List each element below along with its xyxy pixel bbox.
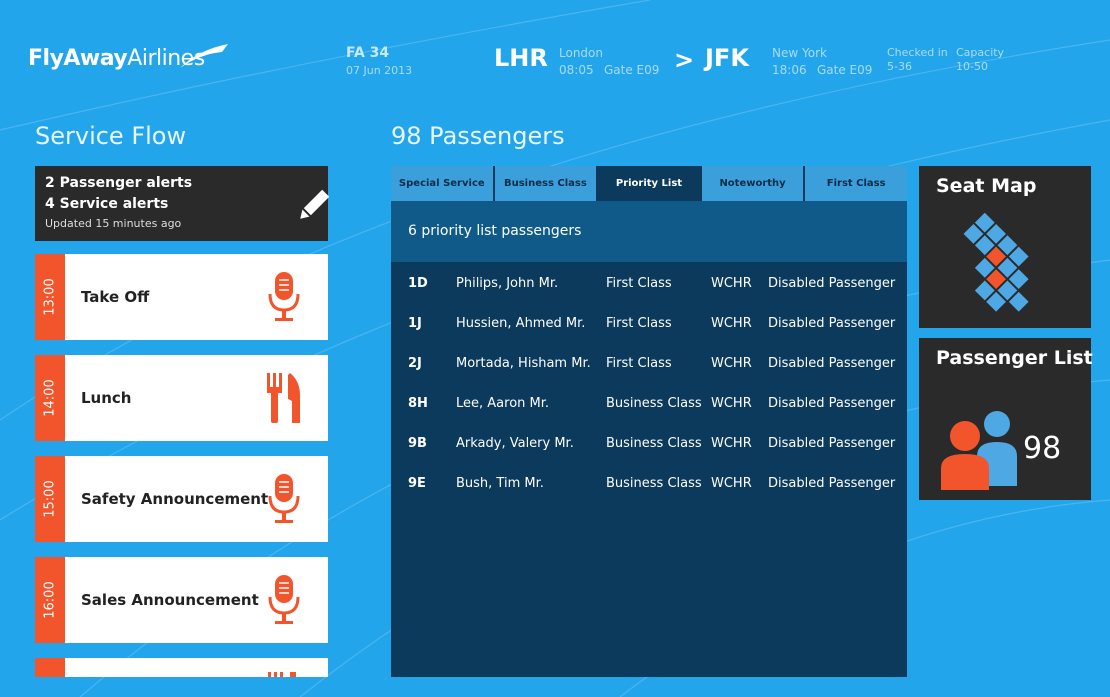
service-alerts-text: 4 Service alerts: [45, 196, 169, 212]
origin-city: London: [559, 46, 603, 60]
passenger-note: Disabled Passenger: [768, 396, 896, 411]
passenger-note: Disabled Passenger: [768, 316, 896, 331]
service-time: 14:00: [42, 379, 58, 417]
flight-date: 07 Jun 2013: [346, 64, 413, 77]
service-item-safety-announcement[interactable]: 15:00 Safety Announcement: [35, 456, 328, 542]
seat-number: 9E: [408, 476, 426, 491]
passenger-note: Disabled Passenger: [768, 436, 896, 451]
alerts-tile[interactable]: 2 Passenger alerts 4 Service alerts Upda…: [35, 166, 330, 241]
service-time-badge: 16:00: [35, 557, 65, 643]
passenger-count: 98: [1023, 431, 1062, 466]
table-row[interactable]: 1J Hussien, Ahmed Mr. First Class WCHR D…: [391, 307, 907, 347]
destination-gate: Gate E09: [817, 63, 873, 77]
flight-number: FA 34: [346, 45, 390, 61]
microphone-icon: [268, 272, 300, 321]
passenger-list-title: Passenger List: [936, 347, 1093, 369]
service-time: 16:00: [42, 581, 58, 619]
service-item-label: Sales Announcement: [81, 591, 259, 609]
destination-code: JFK: [705, 44, 749, 72]
origin-time: 08:05: [559, 63, 594, 77]
passenger-name: Mortada, Hisham Mr.: [456, 356, 591, 371]
origin-code: LHR: [494, 44, 548, 72]
passenger-name: Lee, Aaron Mr.: [456, 396, 550, 411]
passenger-note: Disabled Passenger: [768, 276, 896, 291]
ssr-code: WCHR: [711, 436, 752, 451]
passenger-panel: Special Service Business Class Priority …: [391, 166, 907, 677]
passenger-note: Disabled Passenger: [768, 356, 896, 371]
passenger-alerts-text: 2 Passenger alerts: [45, 175, 193, 191]
destination-city: New York: [772, 46, 827, 60]
service-item-take-off[interactable]: 13:00 Take Off: [35, 254, 328, 340]
service-time-badge: 13:00: [35, 254, 65, 340]
seat-map-icon: [963, 213, 1029, 312]
ssr-code: WCHR: [711, 356, 752, 371]
logo-text-flyaway: FlyAway: [28, 46, 128, 71]
seat-number: 2J: [408, 356, 422, 371]
travel-class: First Class: [606, 276, 672, 291]
seat-map-tile[interactable]: Seat Map: [919, 166, 1091, 328]
passenger-note: Disabled Passenger: [768, 476, 896, 491]
service-item-sales-announcement[interactable]: 16:00 Sales Announcement: [35, 557, 328, 643]
tab-business-class[interactable]: Business Class: [494, 166, 597, 201]
tab-special-service[interactable]: Special Service: [391, 166, 493, 201]
seat-number: 8H: [408, 396, 428, 411]
passenger-name: Arkady, Valery Mr.: [456, 436, 574, 451]
passenger-name: Philips, John Mr.: [456, 276, 559, 291]
checked-in-value: 5-36: [887, 60, 912, 73]
alerts-updated-text: Updated 15 minutes ago: [45, 217, 182, 230]
service-item-partial[interactable]: [35, 658, 328, 677]
microphone-icon: [268, 575, 300, 624]
travel-class: Business Class: [606, 436, 702, 451]
table-row[interactable]: 2J Mortada, Hisham Mr. First Class WCHR …: [391, 347, 907, 387]
service-time: 15:00: [42, 480, 58, 518]
service-item-label: Safety Announcement: [81, 490, 269, 508]
capacity-value: 10-50: [956, 60, 988, 73]
ssr-code: WCHR: [711, 276, 752, 291]
table-row[interactable]: 9B Arkady, Valery Mr. Business Class WCH…: [391, 427, 907, 467]
passengers-title: 98 Passengers: [391, 122, 565, 150]
passenger-tabs: Special Service Business Class Priority …: [391, 166, 907, 201]
route-arrow-icon: >: [674, 46, 695, 74]
service-time-badge: 15:00: [35, 456, 65, 542]
ssr-code: WCHR: [711, 476, 752, 491]
seat-map-title: Seat Map: [936, 175, 1037, 197]
passenger-name: Bush, Tim Mr.: [456, 476, 544, 491]
tab-priority-list[interactable]: Priority List: [598, 166, 700, 201]
ssr-code: WCHR: [711, 316, 752, 331]
travel-class: First Class: [606, 356, 672, 371]
table-row[interactable]: 1D Philips, John Mr. First Class WCHR Di…: [391, 267, 907, 307]
service-item-label: Take Off: [81, 288, 150, 306]
checked-in-label: Checked in: [887, 46, 948, 59]
table-row[interactable]: 9E Bush, Tim Mr. Business Class WCHR Dis…: [391, 467, 907, 507]
tab-first-class[interactable]: First Class: [805, 166, 907, 201]
origin-gate: Gate E09: [604, 63, 660, 77]
cutlery-icon: [267, 373, 300, 423]
passenger-name: Hussien, Ahmed Mr.: [456, 316, 586, 331]
table-row[interactable]: 8H Lee, Aaron Mr. Business Class WCHR Di…: [391, 387, 907, 427]
seat-number: 1D: [408, 276, 428, 291]
service-flow-title: Service Flow: [35, 122, 187, 150]
service-time: 13:00: [42, 278, 58, 316]
microphone-icon: [268, 474, 300, 523]
service-item-lunch[interactable]: 14:00 Lunch: [35, 355, 328, 441]
priority-list-count: 6 priority list passengers: [408, 223, 582, 239]
service-time-badge: [35, 658, 65, 677]
seat-number: 1J: [408, 316, 422, 331]
service-time-badge: 14:00: [35, 355, 65, 441]
people-icon: [941, 411, 1017, 490]
plane-swoosh-icon: [180, 44, 228, 68]
cutlery-icon: [268, 672, 296, 677]
service-item-label: Lunch: [81, 389, 132, 407]
passenger-list-tile[interactable]: Passenger List 98: [919, 338, 1093, 500]
seat-number: 9B: [408, 436, 427, 451]
travel-class: Business Class: [606, 396, 702, 411]
tab-noteworthy[interactable]: Noteworthy: [701, 166, 804, 201]
travel-class: Business Class: [606, 476, 702, 491]
capacity-label: Capacity: [956, 46, 1005, 59]
priority-list-header: 6 priority list passengers: [391, 201, 907, 262]
travel-class: First Class: [606, 316, 672, 331]
ssr-code: WCHR: [711, 396, 752, 411]
pencil-icon[interactable]: [293, 186, 333, 226]
destination-time: 18:06: [772, 63, 807, 77]
